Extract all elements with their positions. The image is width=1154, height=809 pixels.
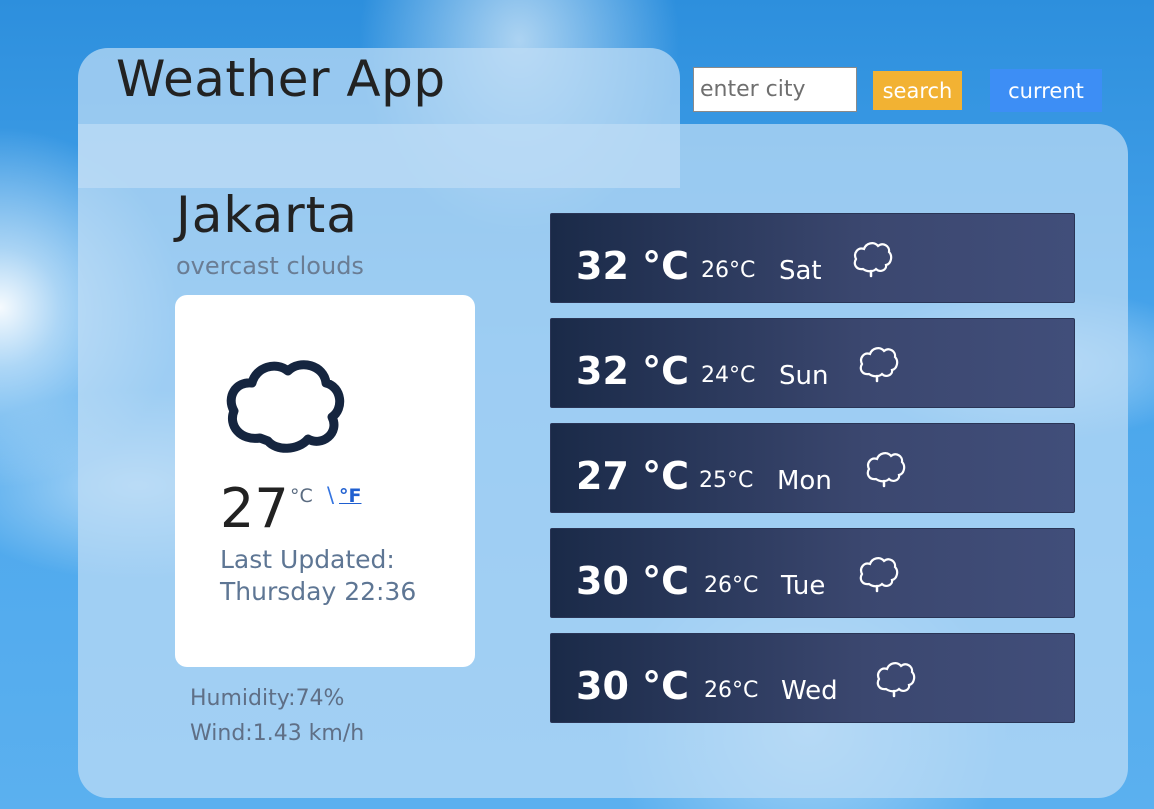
forecast-low: 24°C xyxy=(701,363,756,388)
forecast-low: 25°C xyxy=(699,468,754,493)
city-search-input[interactable] xyxy=(693,67,857,112)
forecast-high: 32 °C xyxy=(576,244,689,288)
forecast-day-card: 32 °C 26°C Sat xyxy=(550,213,1075,303)
rain-cloud-icon xyxy=(876,662,916,698)
rain-cloud-icon xyxy=(866,452,906,488)
celsius-unit[interactable]: °C xyxy=(290,485,313,507)
forecast-high: 30 °C xyxy=(576,559,689,603)
forecast-high: 27 °C xyxy=(576,454,689,498)
forecast-day: Mon xyxy=(777,466,832,496)
rain-cloud-icon xyxy=(859,347,899,383)
rain-cloud-icon xyxy=(853,242,893,278)
forecast-low: 26°C xyxy=(701,258,756,283)
forecast-day: Wed xyxy=(781,676,838,706)
app-title: Weather App xyxy=(116,50,446,108)
current-weather-card: 27 °C \ °F Last Updated: Thursday 22:36 xyxy=(175,295,475,667)
unit-separator: \ xyxy=(327,483,335,507)
search-button[interactable]: search xyxy=(873,71,962,110)
current-temperature: 27 xyxy=(220,477,289,540)
humidity: Humidity:74% xyxy=(190,686,345,711)
forecast-high: 32 °C xyxy=(576,349,689,393)
fahrenheit-link[interactable]: °F xyxy=(339,485,361,507)
forecast-low: 26°C xyxy=(704,573,759,598)
last-updated-label: Last Updated: xyxy=(220,545,395,574)
forecast-day-card: 27 °C 25°C Mon xyxy=(550,423,1075,513)
forecast-day-card: 30 °C 26°C Wed xyxy=(550,633,1075,723)
city-name: Jakarta xyxy=(176,186,358,244)
current-location-button[interactable]: current xyxy=(990,69,1102,112)
forecast-low: 26°C xyxy=(704,678,759,703)
cloud-icon xyxy=(226,360,345,453)
weather-description: overcast clouds xyxy=(176,252,364,280)
last-updated-value: Thursday 22:36 xyxy=(220,577,417,606)
forecast-day: Sun xyxy=(779,361,829,391)
forecast-high: 30 °C xyxy=(576,664,689,708)
wind-speed: Wind:1.43 km/h xyxy=(190,721,365,746)
forecast-day-card: 32 °C 24°C Sun xyxy=(550,318,1075,408)
forecast-day: Sat xyxy=(779,256,822,286)
rain-cloud-icon xyxy=(859,557,899,593)
forecast-day-card: 30 °C 26°C Tue xyxy=(550,528,1075,618)
forecast-day: Tue xyxy=(781,571,826,601)
